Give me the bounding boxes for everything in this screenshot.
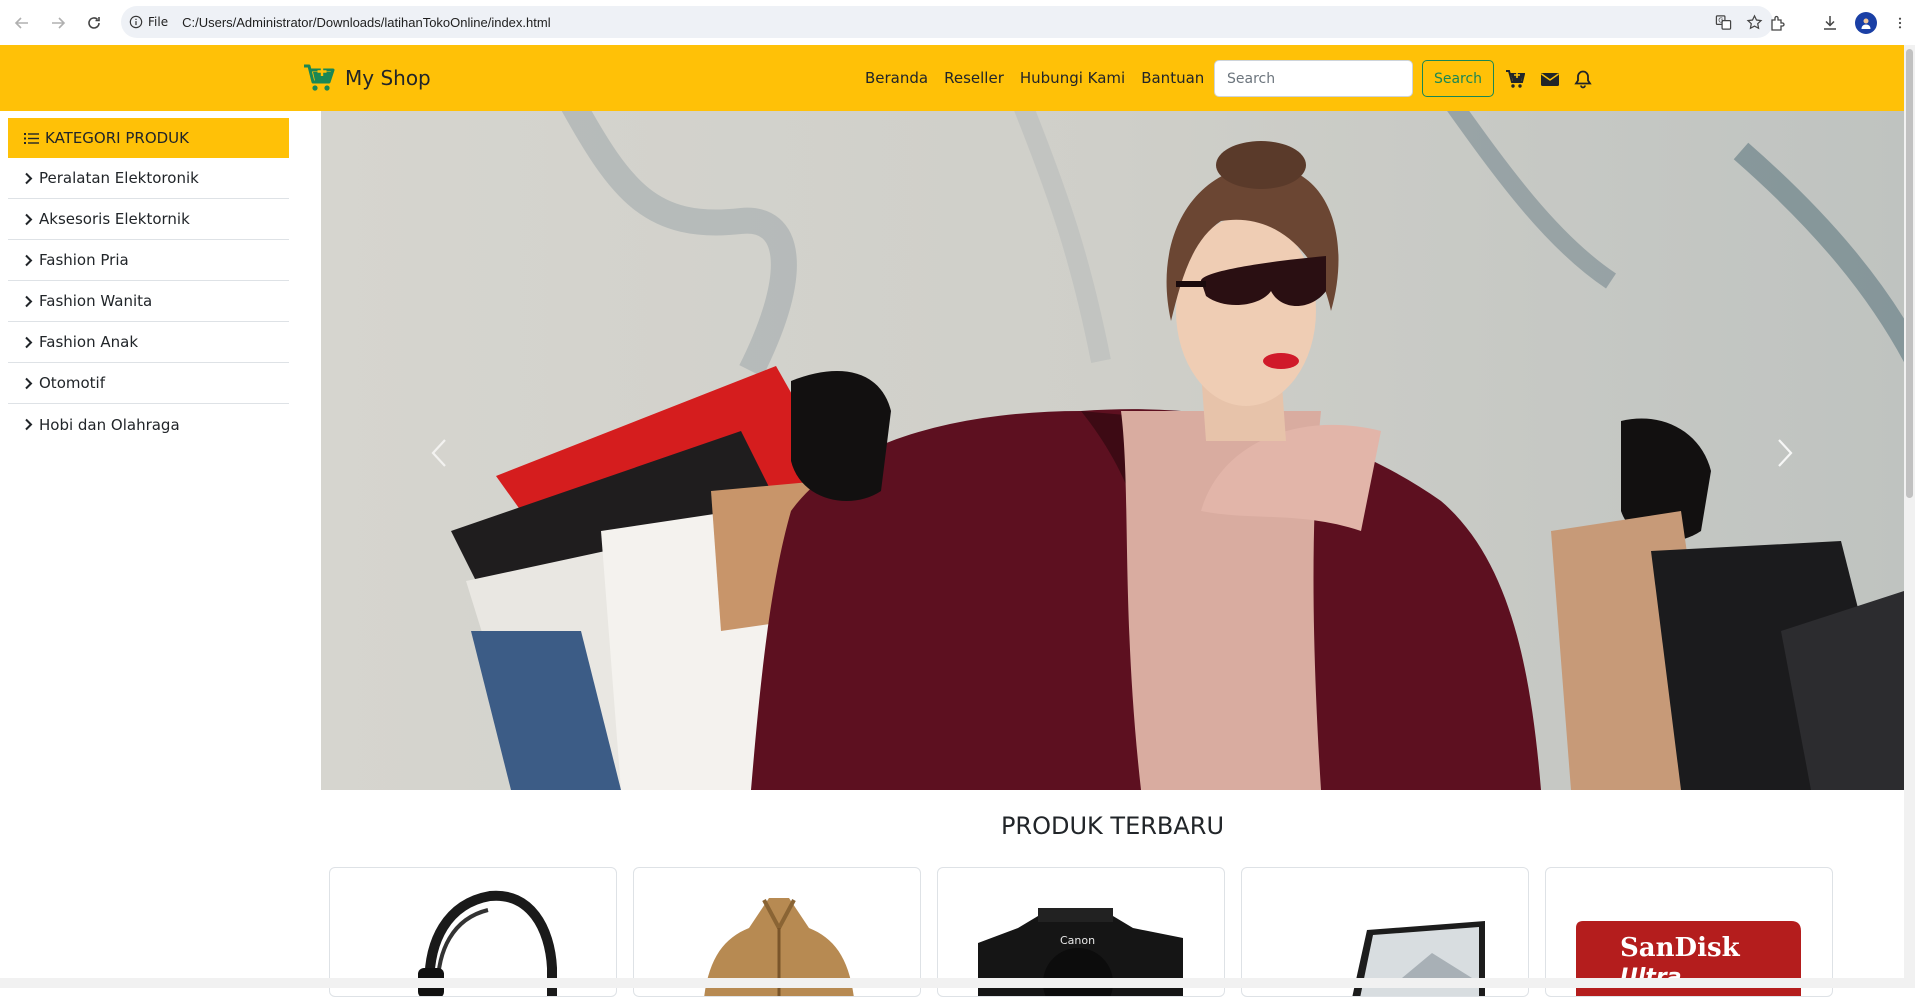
carousel-next-icon bbox=[1778, 439, 1793, 467]
chevron-right-icon bbox=[25, 295, 33, 307]
menu-bantuan[interactable]: Bantuan bbox=[1141, 69, 1204, 87]
reload-icon bbox=[88, 16, 100, 29]
chevron-right-icon bbox=[25, 172, 33, 184]
site-info-label: File bbox=[148, 15, 169, 29]
forward-icon bbox=[52, 16, 66, 29]
sidebar-item-label: Peralatan Elektoronik bbox=[39, 169, 199, 187]
main-menu: Beranda Reseller Hubungi Kami Bantuan bbox=[865, 69, 1204, 87]
menu-hubungi-kami[interactable]: Hubungi Kami bbox=[1020, 69, 1125, 87]
brand-link[interactable]: My Shop bbox=[303, 63, 431, 93]
search-input[interactable] bbox=[1214, 60, 1413, 97]
sidebar-item-label: Otomotif bbox=[39, 374, 105, 392]
sidebar-item-fashion-wanita[interactable]: Fashion Wanita bbox=[8, 281, 289, 322]
bell-icon bbox=[1574, 70, 1592, 89]
sidebar-item-aksesoris-elektornik[interactable]: Aksesoris Elektornik bbox=[8, 199, 289, 240]
sidebar-item-peralatan-elektoronik[interactable]: Peralatan Elektoronik bbox=[8, 158, 289, 199]
sidebar-item-label: Hobi dan Olahraga bbox=[39, 415, 180, 434]
category-title: KATEGORI PRODUK bbox=[45, 129, 189, 147]
sidebar-item-otomotif[interactable]: Otomotif bbox=[8, 363, 289, 404]
menu-beranda[interactable]: Beranda bbox=[865, 69, 928, 87]
chevron-right-icon bbox=[25, 377, 33, 389]
list-icon bbox=[24, 132, 39, 144]
scroll-thumb[interactable] bbox=[1906, 49, 1913, 498]
sidebar-item-label: Fashion Anak bbox=[39, 333, 139, 351]
camera-brand-text: Canon bbox=[1060, 934, 1095, 947]
browser-toolbar: File C:/Users/Administrator/Downloads/la… bbox=[0, 0, 1915, 45]
category-header: KATEGORI PRODUK bbox=[8, 118, 289, 158]
address-bar[interactable]: File C:/Users/Administrator/Downloads/la… bbox=[121, 6, 1773, 38]
extensions-icon[interactable] bbox=[1769, 14, 1787, 32]
site-info-chip[interactable]: File bbox=[129, 15, 168, 29]
category-sidebar: KATEGORI PRODUK Peralatan Elektoronik Ak… bbox=[8, 118, 289, 445]
sidebar-item-fashion-pria[interactable]: Fashion Pria bbox=[8, 240, 289, 281]
sidebar-item-label: Aksesoris Elektornik bbox=[39, 210, 190, 228]
vertical-scrollbar[interactable] bbox=[1904, 45, 1915, 988]
memory-card-brand-text: SanDisk bbox=[1620, 933, 1741, 963]
translate-icon[interactable]: G bbox=[1715, 14, 1732, 31]
section-title-produk-terbaru: PRODUK TERBARU bbox=[1000, 812, 1225, 840]
horizontal-scrollbar[interactable] bbox=[0, 978, 1904, 988]
cart-plus-logo-icon bbox=[304, 64, 335, 91]
url-text[interactable]: C:/Users/Administrator/Downloads/latihan… bbox=[182, 15, 551, 30]
search-button[interactable]: Search bbox=[1422, 60, 1494, 97]
carousel-next-button[interactable] bbox=[1765, 433, 1805, 473]
cart-plus-icon bbox=[1506, 70, 1526, 88]
notification-button[interactable] bbox=[1573, 69, 1593, 89]
sidebar-item-fashion-anak[interactable]: Fashion Anak bbox=[8, 322, 289, 363]
download-icon[interactable] bbox=[1821, 14, 1839, 32]
menu-reseller[interactable]: Reseller bbox=[944, 69, 1004, 87]
back-icon bbox=[14, 16, 28, 29]
sidebar-item-hobi-dan-olahraga[interactable]: Hobi dan Olahraga bbox=[8, 404, 289, 445]
carousel-prev-button[interactable] bbox=[419, 433, 459, 473]
hero-carousel[interactable] bbox=[321, 111, 1904, 790]
profile-icon bbox=[1861, 18, 1871, 29]
reload-button[interactable] bbox=[76, 5, 112, 41]
sidebar-item-label: Fashion Pria bbox=[39, 251, 129, 269]
brand-name: My Shop bbox=[345, 66, 431, 90]
back-button[interactable] bbox=[4, 5, 40, 41]
site-navbar: My Shop Beranda Reseller Hubungi Kami Ba… bbox=[0, 45, 1904, 111]
message-button[interactable] bbox=[1540, 69, 1560, 89]
chevron-right-icon bbox=[25, 336, 33, 348]
bookmark-star-icon[interactable] bbox=[1746, 13, 1763, 31]
svg-text:G: G bbox=[1718, 16, 1723, 24]
info-icon bbox=[129, 15, 143, 29]
hero-image bbox=[321, 111, 1904, 790]
chevron-right-icon bbox=[25, 418, 33, 431]
envelope-icon bbox=[1541, 73, 1559, 86]
sidebar-item-label: Fashion Wanita bbox=[39, 292, 153, 310]
forward-button[interactable] bbox=[40, 5, 76, 41]
menu-dots-icon[interactable] bbox=[1893, 14, 1907, 32]
chevron-right-icon bbox=[25, 213, 33, 225]
carousel-prev-icon bbox=[431, 439, 446, 467]
chevron-right-icon bbox=[25, 254, 33, 266]
profile-avatar[interactable] bbox=[1855, 11, 1877, 34]
cart-button[interactable] bbox=[1505, 69, 1526, 89]
